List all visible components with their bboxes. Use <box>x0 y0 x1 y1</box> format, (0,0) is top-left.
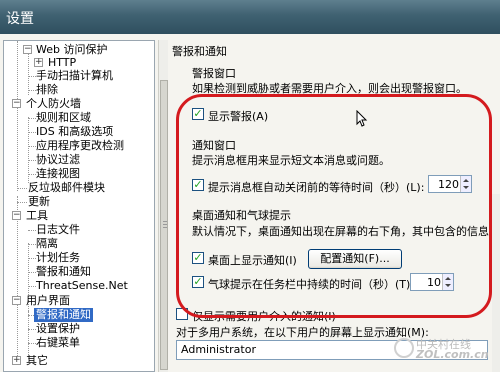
balloon-duration-label[interactable]: 气球提示在任务栏中持续的时间（秒）(T): <box>208 276 414 292</box>
auto-close-seconds-value[interactable]: 120 <box>438 178 459 191</box>
tree-item-settings-protection[interactable]: 设置保护 <box>36 322 80 336</box>
alert-window-description: 如果检测到威胁或者需要用户介入，则会出现警报窗口。 <box>192 82 467 95</box>
balloon-seconds-stepper[interactable]: 10 <box>410 273 454 291</box>
notification-window-title: 通知窗口 <box>192 139 236 152</box>
spin-up-icon[interactable] <box>463 179 469 182</box>
tree-item-quarantine[interactable]: 隔离 <box>36 237 58 251</box>
tree-item-user-interface[interactable]: 用户界面 <box>26 294 70 308</box>
tree-item-connections[interactable]: 连接视图 <box>36 167 80 181</box>
auto-close-label[interactable]: 提示消息框自动关闭前的等待时间（秒）(L): <box>208 179 424 195</box>
notification-window-description: 提示消息框用来显示短文本消息或问题。 <box>192 154 390 167</box>
tree-item-app-change[interactable]: 应用程序更改检测 <box>36 139 124 153</box>
spin-down-icon[interactable] <box>463 186 469 189</box>
tree-scrollbar[interactable] <box>158 40 168 372</box>
collapse-icon[interactable]: − <box>12 296 21 305</box>
watermark-line2: ZOL.com.cn <box>416 348 489 361</box>
tree-item-ids[interactable]: IDS 和高级选项 <box>36 125 113 139</box>
multi-user-label: 对于多用户系统，在以下用户的屏幕上显示通知(M): <box>176 326 429 339</box>
auto-close-checkbox[interactable]: ✓ <box>192 179 204 191</box>
expand-icon[interactable]: + <box>34 58 43 67</box>
zol-logo-icon <box>394 338 414 358</box>
collapse-icon[interactable]: − <box>23 45 32 54</box>
mouse-cursor-icon <box>356 110 368 127</box>
tree-item-tools[interactable]: 工具 <box>26 209 48 223</box>
collapse-icon[interactable]: − <box>12 99 21 108</box>
watermark: 中关村在线 ZOL.com.cn <box>392 334 496 368</box>
scroll-thumb[interactable] <box>160 80 168 370</box>
tree-item-log-files[interactable]: 日志文件 <box>36 223 80 237</box>
balloon-duration-checkbox[interactable]: ✓ <box>192 276 204 288</box>
settings-tree[interactable]: − Web 访问保护 + HTTP 手动扫描计算机 排除 − 个人防火墙 规则和… <box>3 40 155 372</box>
tree-item-tools-alerts[interactable]: 警报和通知 <box>36 265 91 279</box>
tree-item-antispam[interactable]: 反垃圾邮件模块 <box>28 181 105 195</box>
desktop-notify-label[interactable]: 桌面上显示通知(I) <box>208 252 297 268</box>
only-user-intervention-label[interactable]: 仅显示需要用户介入的通知(I) <box>192 308 336 324</box>
tree-item-web-access[interactable]: Web 访问保护 <box>36 43 107 57</box>
spin-down-icon[interactable] <box>445 284 451 287</box>
only-user-intervention-checkbox[interactable] <box>176 308 188 320</box>
alert-window-title: 警报窗口 <box>192 67 236 80</box>
tree-item-ui-alerts[interactable]: 警报和通知 <box>34 308 93 322</box>
tree-item-protocol-filter[interactable]: 协议过滤 <box>36 153 80 167</box>
tree-item-firewall[interactable]: 个人防火墙 <box>26 97 81 111</box>
spin-up-icon[interactable] <box>445 277 451 280</box>
spin-buttons[interactable] <box>442 274 453 290</box>
tree-item-context-menu[interactable]: 右键菜单 <box>36 336 80 350</box>
tree-item-http[interactable]: HTTP <box>48 56 76 70</box>
tree-item-update[interactable]: 更新 <box>28 195 50 209</box>
spin-buttons[interactable] <box>460 176 471 192</box>
window-title: 设置 <box>6 11 34 27</box>
configure-notifications-button[interactable]: 配置通知(F)... <box>308 249 402 269</box>
tree-item-scheduler[interactable]: 计划任务 <box>36 251 80 265</box>
tree-item-exclusions[interactable]: 排除 <box>36 83 58 97</box>
tree-item-rules-zones[interactable]: 规则和区域 <box>36 111 91 125</box>
desktop-notify-description: 默认情况下，桌面通知出现在屏幕的右下角，其中包含的信息无需用 <box>192 225 492 238</box>
title-bar: 设置 <box>0 0 500 34</box>
tree-item-other[interactable]: 其它 <box>26 354 48 368</box>
tree-item-threatsense[interactable]: ThreatSense.Net <box>36 279 128 293</box>
auto-close-seconds-stepper[interactable]: 120 <box>428 175 472 193</box>
show-alerts-checkbox[interactable]: ✓ <box>192 108 204 120</box>
desktop-notify-checkbox[interactable]: ✓ <box>192 252 204 264</box>
section-heading: 警报和通知 <box>172 45 227 58</box>
show-alerts-label[interactable]: 显示警报(A) <box>208 108 268 124</box>
collapse-icon[interactable]: − <box>12 211 21 220</box>
desktop-notify-title: 桌面通知和气球提示 <box>192 209 291 222</box>
expand-icon[interactable]: + <box>12 356 21 365</box>
balloon-seconds-value[interactable]: 10 <box>427 276 441 289</box>
tree-item-manual-scan[interactable]: 手动扫描计算机 <box>36 69 113 83</box>
